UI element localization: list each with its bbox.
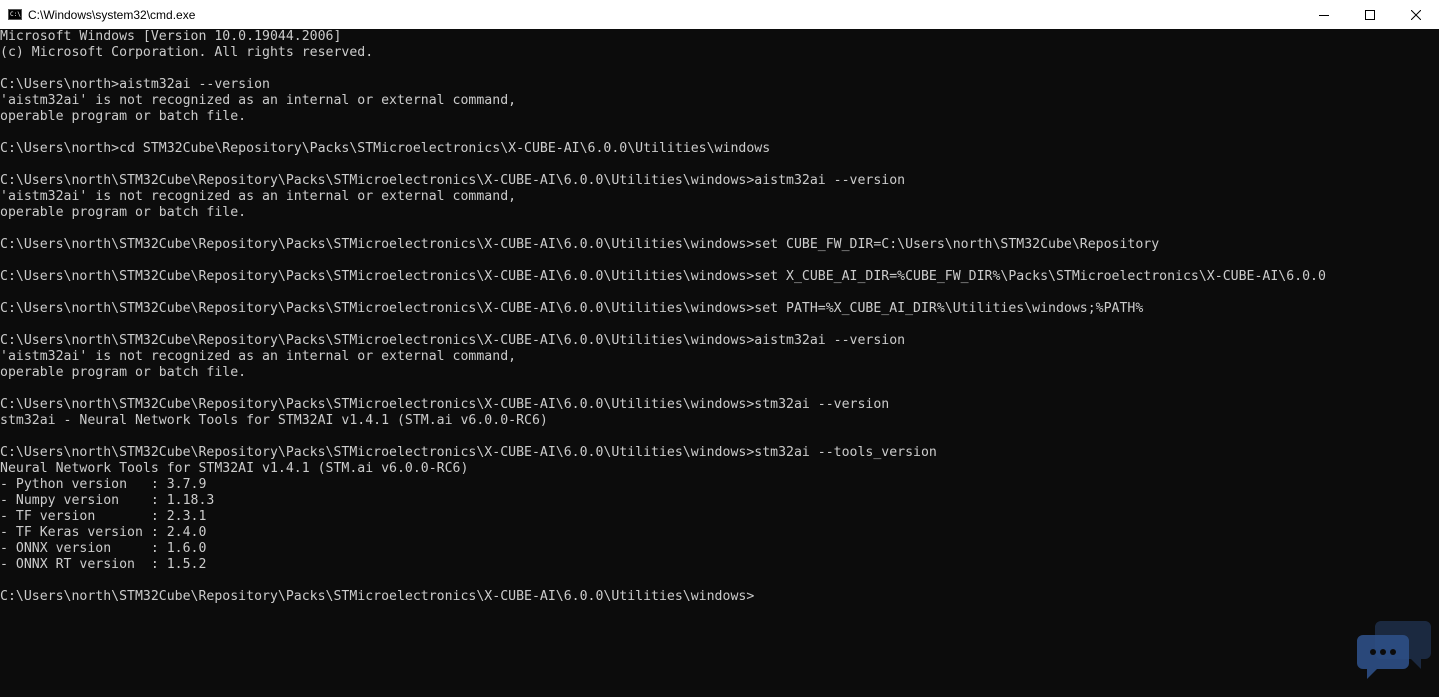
maximize-icon — [1365, 9, 1375, 20]
console-line: C:\Users\north\STM32Cube\Repository\Pack… — [0, 397, 890, 412]
console-line: - Numpy version : 1.18.3 — [0, 493, 215, 508]
console-output[interactable]: Microsoft Windows [Version 10.0.19044.20… — [0, 29, 1439, 697]
title-bar[interactable]: C:\ C:\Windows\system32\cmd.exe — [0, 0, 1439, 29]
console-line: - TF Keras version : 2.4.0 — [0, 525, 207, 540]
console-line: C:\Users\north\STM32Cube\Repository\Pack… — [0, 445, 937, 460]
console-line: operable program or batch file. — [0, 365, 247, 380]
console-line: 'aistm32ai' is not recognized as an inte… — [0, 349, 517, 364]
console-line: - ONNX RT version : 1.5.2 — [0, 557, 207, 572]
window-controls — [1301, 0, 1439, 29]
console-line: C:\Users\north>aistm32ai --version — [0, 77, 270, 92]
console-line: C:\Users\north\STM32Cube\Repository\Pack… — [0, 301, 1144, 316]
console-line: Microsoft Windows [Version 10.0.19044.20… — [0, 29, 342, 44]
close-icon — [1411, 9, 1421, 20]
console-line: C:\Users\north>cd STM32Cube\Repository\P… — [0, 141, 771, 156]
console-line: C:\Users\north\STM32Cube\Repository\Pack… — [0, 589, 755, 604]
console-line: operable program or batch file. — [0, 205, 247, 220]
maximize-button[interactable] — [1347, 0, 1393, 29]
console-line: - TF version : 2.3.1 — [0, 509, 207, 524]
console-line: C:\Users\north\STM32Cube\Repository\Pack… — [0, 333, 906, 348]
cmd-icon[interactable]: C:\ — [8, 9, 22, 20]
console-line: C:\Users\north\STM32Cube\Repository\Pack… — [0, 269, 1326, 284]
console-line: 'aistm32ai' is not recognized as an inte… — [0, 189, 517, 204]
cmd-window: C:\ C:\Windows\system32\cmd.exe Microsof — [0, 0, 1439, 697]
chat-bubble-icon — [1357, 621, 1431, 679]
close-button[interactable] — [1393, 0, 1439, 29]
minimize-icon — [1319, 14, 1329, 16]
console-line: 'aistm32ai' is not recognized as an inte… — [0, 93, 517, 108]
console-line: C:\Users\north\STM32Cube\Repository\Pack… — [0, 237, 1160, 252]
console-line: - Python version : 3.7.9 — [0, 477, 207, 492]
console-line: (c) Microsoft Corporation. All rights re… — [0, 45, 374, 60]
console-line: operable program or batch file. — [0, 109, 247, 124]
console-line: Neural Network Tools for STM32AI v1.4.1 … — [0, 461, 469, 476]
console-line: stm32ai - Neural Network Tools for STM32… — [0, 413, 548, 428]
console-line: - ONNX version : 1.6.0 — [0, 541, 207, 556]
window-title: C:\Windows\system32\cmd.exe — [28, 7, 196, 22]
minimize-button[interactable] — [1301, 0, 1347, 29]
console-line: C:\Users\north\STM32Cube\Repository\Pack… — [0, 173, 906, 188]
